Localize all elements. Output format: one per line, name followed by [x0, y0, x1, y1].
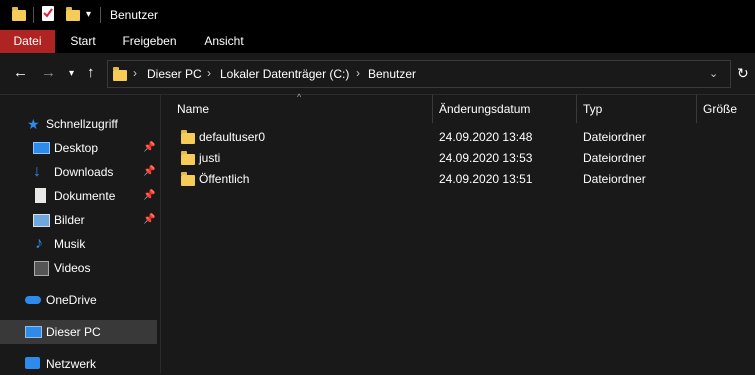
divider: [100, 7, 101, 23]
pictures-icon: [33, 214, 50, 227]
file-type: Dateiordner: [583, 130, 646, 144]
download-arrow-icon: ↓: [33, 163, 41, 180]
sidebar-item-dokumente[interactable]: Dokumente 📌: [33, 185, 158, 207]
table-row[interactable]: defaultuser0 24.09.2020 13:48 Dateiordne…: [163, 127, 755, 148]
refresh-icon[interactable]: ↻: [737, 65, 749, 81]
file-date: 24.09.2020 13:48: [439, 130, 533, 144]
address-history-chevron-icon[interactable]: ⌄: [709, 67, 718, 80]
column-divider[interactable]: [432, 95, 433, 123]
network-icon: [25, 357, 40, 369]
breadcrumb-lokaler-datentraeger[interactable]: Lokaler Datenträger (C:): [220, 67, 349, 81]
recent-locations-chevron-icon[interactable]: ▾: [69, 66, 74, 82]
file-name: defaultuser0: [199, 130, 266, 144]
document-icon: [35, 188, 46, 203]
properties-icon[interactable]: [42, 6, 54, 21]
folder-icon: [12, 7, 26, 21]
file-name: Öffentlich: [199, 172, 250, 186]
table-row[interactable]: Öffentlich 24.09.2020 13:51 Dateiordner: [163, 169, 755, 190]
breadcrumb-dieser-pc[interactable]: Dieser PC: [147, 67, 202, 81]
pin-icon[interactable]: 📌: [143, 209, 155, 231]
folder-icon: [181, 172, 195, 186]
file-date: 24.09.2020 13:53: [439, 151, 533, 165]
sidebar-item-label: OneDrive: [46, 293, 97, 307]
column-divider[interactable]: [696, 95, 697, 123]
table-row[interactable]: justi 24.09.2020 13:53 Dateiordner: [163, 148, 755, 169]
desktop-icon: [33, 142, 50, 154]
folder-icon: [181, 151, 195, 165]
sidebar-item-label: Schnellzugriff: [46, 117, 118, 131]
sidebar-item-netzwerk[interactable]: Netzwerk: [25, 353, 160, 375]
column-divider[interactable]: [576, 95, 577, 123]
sidebar-item-label: Dieser PC: [46, 325, 101, 339]
star-icon: ★: [27, 116, 40, 132]
sort-ascending-icon: ^: [297, 92, 302, 102]
sidebar-item-label: Netzwerk: [46, 357, 97, 371]
new-folder-icon[interactable]: [66, 7, 80, 21]
pin-icon[interactable]: 📌: [143, 161, 155, 183]
title-bar: ▾ Benutzer: [0, 0, 755, 30]
tab-start[interactable]: Start: [58, 30, 108, 53]
cloud-icon: [25, 296, 41, 304]
ribbon: Datei Start Freigeben Ansicht: [0, 30, 755, 53]
pane-divider[interactable]: [160, 94, 161, 373]
up-arrow-icon[interactable]: ↑: [87, 65, 95, 81]
column-header-size[interactable]: Größe: [703, 102, 737, 116]
back-arrow-icon[interactable]: ←: [13, 65, 28, 81]
sidebar-item-desktop[interactable]: Desktop 📌: [33, 137, 158, 159]
tab-freigeben[interactable]: Freigeben: [112, 30, 187, 53]
forward-arrow-icon[interactable]: →: [41, 65, 56, 81]
sidebar-item-label: Musik: [54, 237, 86, 251]
file-type: Dateiordner: [583, 172, 646, 186]
customize-toolbar-icon[interactable]: ▾: [86, 9, 91, 20]
sidebar-item-label: Downloads: [54, 165, 114, 179]
pin-icon[interactable]: 📌: [143, 137, 155, 159]
music-note-icon: ♪: [35, 235, 43, 252]
chevron-right-icon[interactable]: ›: [207, 66, 211, 80]
tab-datei[interactable]: Datei: [0, 30, 55, 53]
sidebar-item-dieser-pc[interactable]: Dieser PC: [25, 321, 160, 343]
file-date: 24.09.2020 13:51: [439, 172, 533, 186]
column-header-date[interactable]: Änderungsdatum: [439, 102, 530, 116]
file-name: justi: [199, 151, 221, 165]
sidebar-item-musik[interactable]: ♪ Musik: [33, 233, 158, 255]
navigation-bar: ← → ▾ ↑ › Dieser PC › Lokaler Datenträge…: [0, 53, 755, 95]
divider: [33, 7, 34, 23]
file-type: Dateiordner: [583, 151, 646, 165]
sidebar-item-bilder[interactable]: Bilder 📌: [33, 209, 158, 231]
computer-icon: [25, 326, 42, 338]
window-title: Benutzer: [110, 8, 159, 22]
sidebar-item-videos[interactable]: Videos: [33, 257, 158, 279]
sidebar-item-downloads[interactable]: ↓ Downloads 📌: [33, 161, 158, 183]
sidebar-item-label: Videos: [54, 261, 91, 275]
sidebar-item-schnellzugriff[interactable]: ★ Schnellzugriff: [25, 113, 160, 135]
sidebar-item-label: Bilder: [54, 213, 85, 227]
folder-icon: [113, 67, 127, 81]
column-header-name[interactable]: Name: [177, 102, 209, 116]
sidebar-item-label: Desktop: [54, 141, 99, 155]
sidebar-item-onedrive[interactable]: OneDrive: [25, 289, 160, 311]
folder-icon: [181, 130, 195, 144]
chevron-right-icon[interactable]: ›: [133, 66, 137, 80]
video-icon: [34, 261, 49, 276]
breadcrumb-benutzer[interactable]: Benutzer: [368, 67, 416, 81]
tab-ansicht[interactable]: Ansicht: [192, 30, 256, 53]
column-header-type[interactable]: Typ: [583, 102, 602, 116]
chevron-right-icon[interactable]: ›: [356, 66, 360, 80]
address-bar[interactable]: › Dieser PC › Lokaler Datenträger (C:) ›…: [107, 60, 731, 88]
pin-icon[interactable]: 📌: [143, 185, 155, 207]
sidebar-item-label: Dokumente: [54, 189, 116, 203]
